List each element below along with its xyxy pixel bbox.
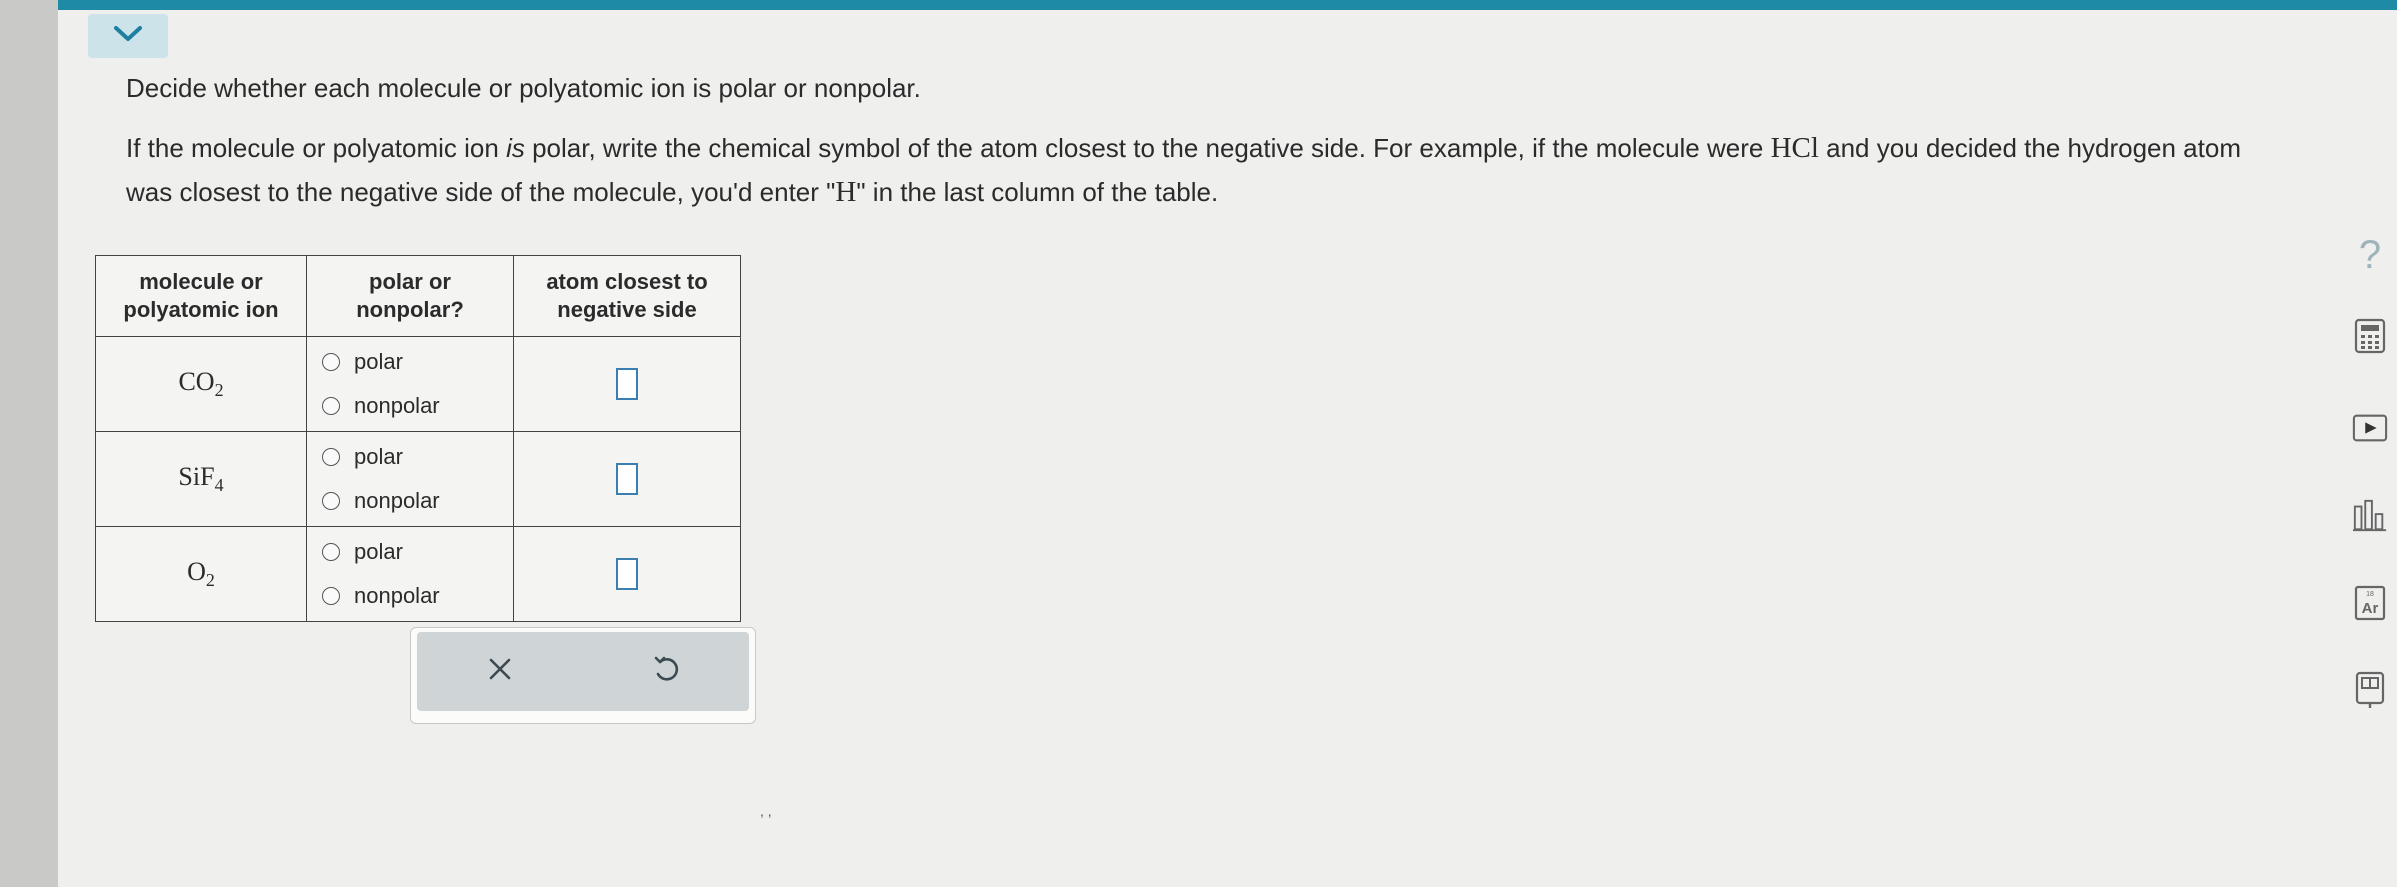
negative-atom-input[interactable] [616,368,638,400]
answer-actions [410,627,756,724]
molecule-formula: CO2 [95,336,307,432]
detail-text: If the molecule or polyatomic ion [126,133,507,163]
example-answer: H [835,176,857,208]
bar-chart-icon[interactable] [2352,495,2388,537]
option-nonpolar[interactable]: nonpolar [308,574,512,618]
table-header-row: molecule or polyatomic ion polar or nonpol… [95,255,741,337]
answer-table: molecule or polyatomic ion polar or nonpol… [95,255,741,622]
radio-button[interactable] [322,448,340,466]
video-play-icon[interactable] [2352,410,2388,446]
collapse-button[interactable] [88,14,168,58]
clear-button[interactable] [417,632,583,711]
option-polar[interactable]: polar [308,530,512,574]
polarity-options: polar nonpolar [306,431,514,527]
option-label: polar [354,539,403,564]
calculator-icon[interactable] [2352,318,2388,354]
tool-sidebar: ? Ar 18 [2340,0,2397,887]
detail-emphasis: is [506,133,525,163]
option-nonpolar[interactable]: nonpolar [308,384,512,428]
polarity-options: polar nonpolar [306,336,514,432]
help-button[interactable]: ? [2352,230,2388,280]
option-label: nonpolar [354,393,440,418]
detail-text: polar, write the chemical symbol of the … [524,133,1771,163]
detail-text: " in the last column of the table. [856,177,1219,207]
negative-atom-input[interactable] [616,463,638,495]
answer-cell [513,526,741,622]
instruction-line: Decide whether each molecule or polyatom… [126,73,921,103]
svg-text:Ar: Ar [2362,600,2379,617]
close-icon [487,656,513,687]
book-icon[interactable] [2352,671,2388,708]
radio-button[interactable] [322,397,340,415]
option-nonpolar[interactable]: nonpolar [308,479,512,523]
action-buttons [417,632,749,711]
left-margin [0,0,58,887]
radio-button[interactable] [322,543,340,561]
radio-button[interactable] [322,587,340,605]
answer-cell [513,431,741,527]
undo-button[interactable] [583,632,749,711]
option-label: polar [354,349,403,374]
answer-cell [513,336,741,432]
instruction-detail: If the molecule or polyatomic ion is pol… [126,126,2246,214]
table-row: O2 polar nonpolar [95,526,741,622]
chevron-down-icon [111,23,145,50]
option-label: nonpolar [354,583,440,608]
option-polar[interactable]: polar [308,340,512,384]
example-formula: HCl [1770,132,1819,164]
option-label: polar [354,444,403,469]
stray-marks: , , [760,803,772,819]
radio-button[interactable] [322,492,340,510]
molecule-formula: O2 [95,526,307,622]
header-polarity: polar or nonpolar? [306,255,514,337]
polarity-options: polar nonpolar [306,526,514,622]
option-polar[interactable]: polar [308,435,512,479]
table-row: CO2 polar nonpolar [95,336,741,432]
table-row: SiF4 polar nonpolar [95,431,741,527]
svg-text:18: 18 [2366,591,2374,598]
header-molecule: molecule or polyatomic ion [95,255,307,337]
top-accent-bar [58,0,2397,10]
periodic-table-icon[interactable]: Ar 18 [2352,585,2388,621]
negative-atom-input[interactable] [616,558,638,590]
undo-icon [651,654,681,689]
question-prompt: Decide whether each molecule or polyatom… [126,64,2246,214]
molecule-formula: SiF4 [95,431,307,527]
option-label: nonpolar [354,488,440,513]
radio-button[interactable] [322,353,340,371]
header-negative-atom: atom closest to negative side [513,255,741,337]
